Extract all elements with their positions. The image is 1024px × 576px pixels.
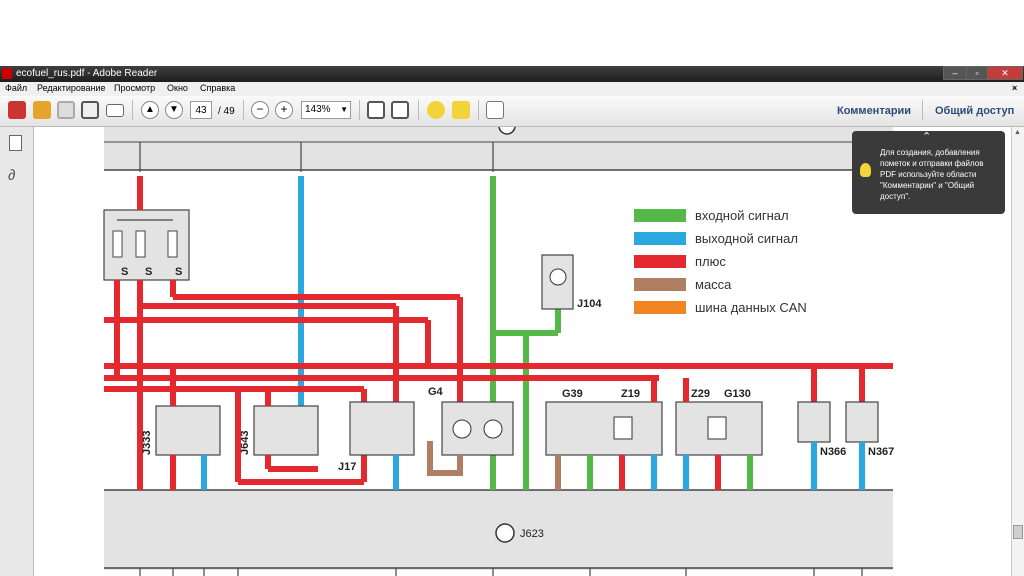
- label-z29: Z29: [691, 388, 710, 400]
- legend-swatch-can: [634, 301, 686, 314]
- label-j623: J623: [520, 528, 544, 540]
- create-pdf-icon[interactable]: [8, 101, 26, 119]
- legend-label-output: выходной сигнал: [695, 231, 798, 246]
- vertical-scrollbar[interactable]: ▲: [1011, 127, 1024, 576]
- open-icon[interactable]: [33, 101, 51, 119]
- fit-width-icon[interactable]: [391, 101, 409, 119]
- maximize-button[interactable]: ▫: [966, 66, 988, 80]
- toolbar-separator: [359, 100, 360, 120]
- menu-bar: Файл Редактирование Просмотр Окно Справк…: [0, 82, 1024, 96]
- share-button[interactable]: Общий доступ: [935, 105, 1014, 117]
- scroll-thumb[interactable]: [1013, 525, 1023, 539]
- close-button[interactable]: ✕: [987, 66, 1023, 80]
- page-number-input[interactable]: 43: [190, 101, 212, 119]
- label-g130: G130: [724, 388, 751, 400]
- legend-swatch-plus: [634, 255, 686, 268]
- valve-n367: [845, 401, 879, 443]
- legend-swatch-ground: [634, 278, 686, 291]
- sensor-g39: [545, 401, 663, 456]
- comments-button[interactable]: Комментарии: [837, 105, 911, 117]
- legend-swatch-input: [634, 209, 686, 222]
- label-n366: N366: [820, 446, 846, 458]
- fuse-label-2: S: [145, 266, 152, 278]
- tooltip-callout: ⌃ Для создания, добавления пометок и отп…: [852, 131, 1005, 214]
- legend-label-can: шина данных CAN: [695, 300, 807, 315]
- zoom-select[interactable]: 143% ▼: [301, 101, 351, 119]
- tooltip-text: Для создания, добавления пометок и отпра…: [880, 148, 984, 201]
- lightbulb-icon: [860, 163, 871, 177]
- legend-label-plus: плюс: [695, 254, 726, 269]
- legend: входной сигнал выходной сигнал плюс масс…: [634, 208, 807, 315]
- title-bar: ecofuel_rus.pdf - Adobe Reader – ▫ ✕: [0, 66, 1024, 82]
- menu-window[interactable]: Окно: [167, 83, 188, 93]
- chevron-down-icon[interactable]: ▼: [340, 102, 348, 118]
- fuse-label-1: S: [121, 266, 128, 278]
- attachments-icon[interactable]: ∂: [8, 167, 15, 184]
- pages-icon[interactable]: [9, 135, 22, 151]
- legend-swatch-output: [634, 232, 686, 245]
- toolbar-separator: [418, 100, 419, 120]
- label-n367: N367: [868, 446, 894, 458]
- fuse-label-3: S: [175, 266, 182, 278]
- menu-view[interactable]: Просмотр: [114, 83, 155, 93]
- label-j104: J104: [577, 298, 602, 310]
- navigation-panel: ∂: [0, 127, 34, 576]
- fit-page-icon[interactable]: [367, 101, 385, 119]
- label-g4: G4: [428, 386, 444, 398]
- minimize-button[interactable]: –: [943, 66, 967, 80]
- highlight-icon[interactable]: [452, 101, 470, 119]
- menu-edit[interactable]: Редактирование: [37, 83, 106, 93]
- relay-j333: [155, 405, 221, 456]
- adobe-reader-icon: [2, 68, 12, 79]
- close-document-icon[interactable]: ×: [1012, 83, 1017, 93]
- page-total: / 49: [218, 106, 235, 117]
- previous-page-icon[interactable]: ▲: [141, 101, 159, 119]
- toolbar-separator: [243, 100, 244, 120]
- top-module: [104, 127, 893, 170]
- toolbar-separator: [132, 100, 133, 120]
- toolbar: ▲ ▼ 43 / 49 − + 143% ▼ Комментарии Общий…: [0, 96, 1024, 127]
- relay-j643: [253, 405, 319, 456]
- valve-n366: [797, 401, 831, 443]
- label-j333: J333: [141, 431, 153, 455]
- sticky-note-icon[interactable]: [427, 101, 445, 119]
- window-title: ecofuel_rus.pdf - Adobe Reader: [16, 68, 158, 79]
- label-z19: Z19: [621, 388, 640, 400]
- legend-label-ground: масса: [695, 277, 732, 292]
- menu-help[interactable]: Справка: [200, 83, 235, 93]
- menu-file[interactable]: Файл: [5, 83, 27, 93]
- label-g39: G39: [562, 388, 583, 400]
- scroll-up-arrow-icon[interactable]: ▲: [1014, 129, 1021, 136]
- chevron-up-icon[interactable]: ⌃: [922, 132, 931, 143]
- zoom-out-icon[interactable]: −: [251, 101, 269, 119]
- relay-j17: [349, 401, 415, 456]
- zoom-in-icon[interactable]: +: [275, 101, 293, 119]
- legend-label-input: входной сигнал: [695, 208, 789, 223]
- save-icon[interactable]: [57, 101, 75, 119]
- expand-icon[interactable]: [486, 101, 504, 119]
- email-icon[interactable]: [106, 104, 124, 117]
- toolbar-separator: [922, 100, 923, 120]
- next-page-icon[interactable]: ▼: [165, 101, 183, 119]
- ecu-symbol: [495, 523, 515, 543]
- toolbar-separator: [478, 100, 479, 120]
- label-j17: J17: [338, 461, 356, 473]
- zoom-value: 143%: [305, 104, 331, 115]
- print-icon[interactable]: [81, 101, 99, 119]
